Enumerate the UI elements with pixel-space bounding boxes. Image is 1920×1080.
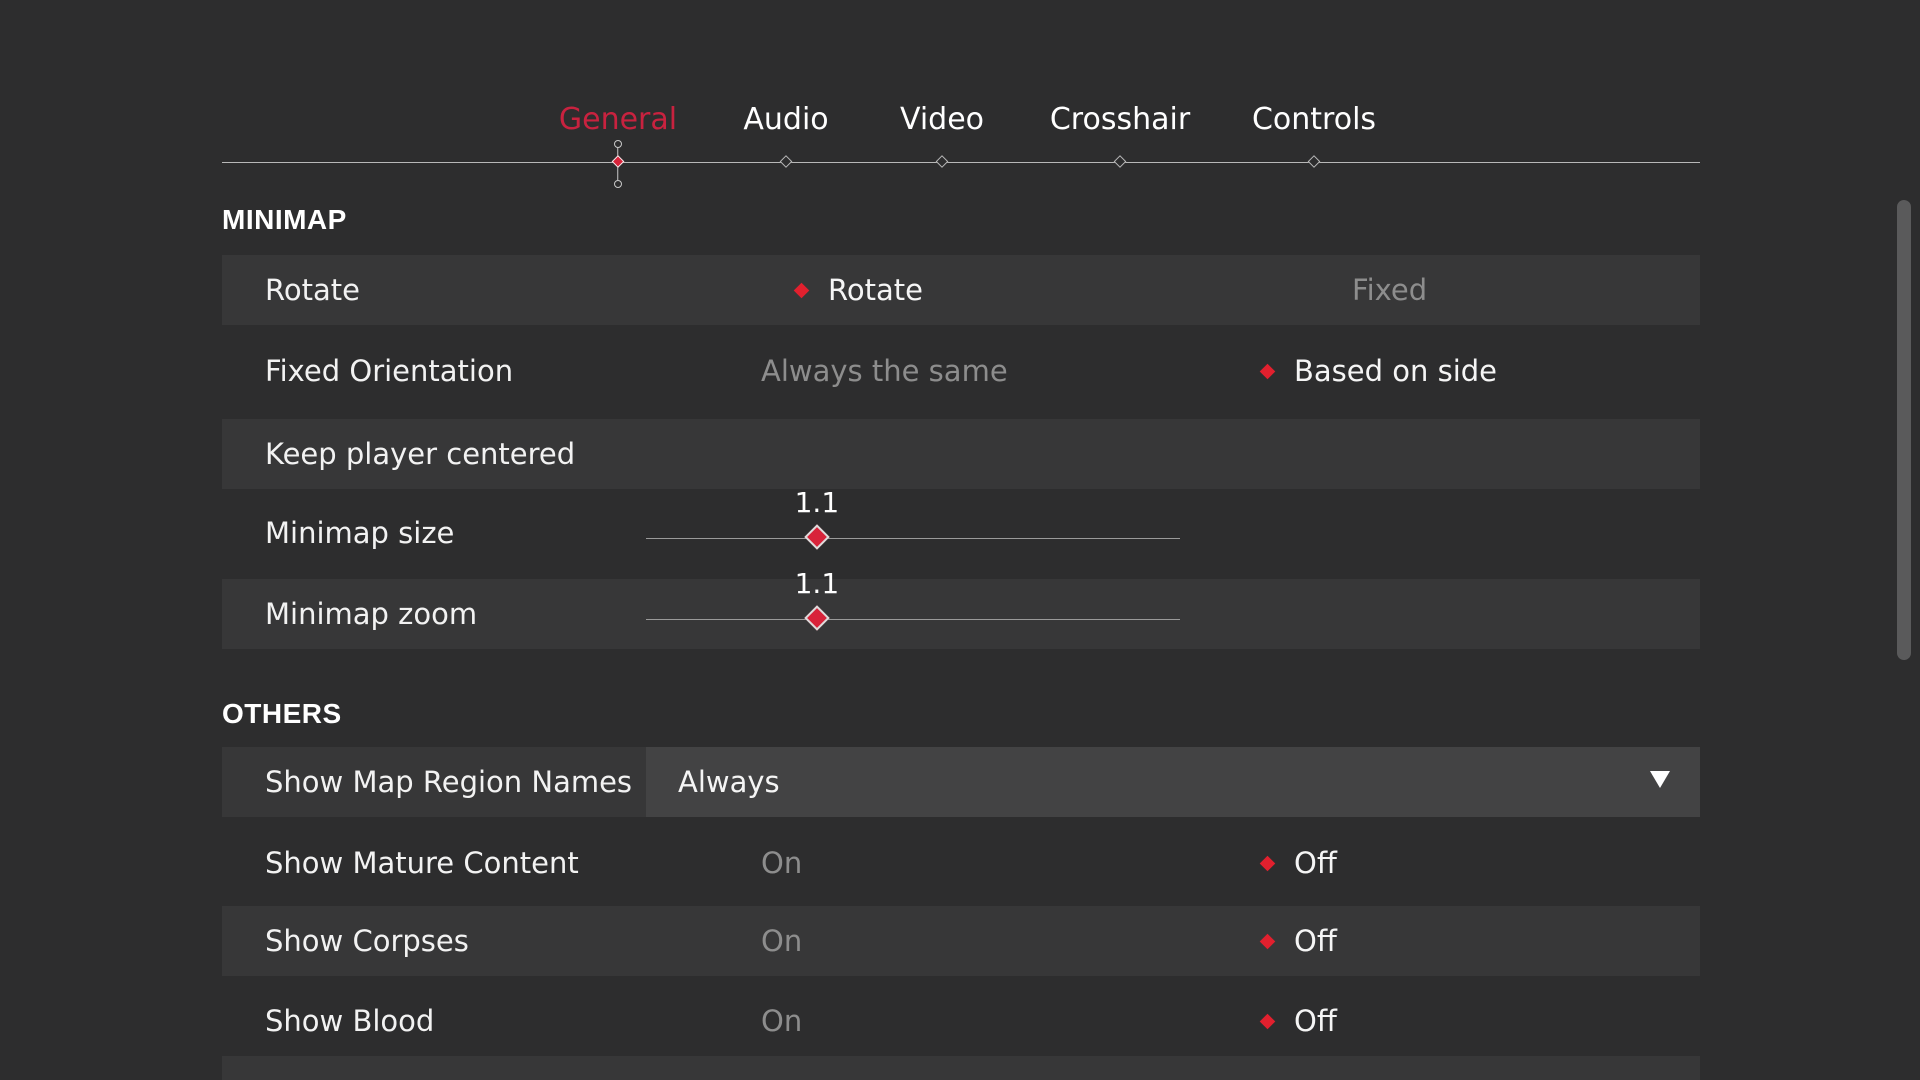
tab-video[interactable]: Video — [900, 98, 984, 142]
setting-label: Minimap size — [265, 516, 455, 550]
option-always-the-same[interactable]: Always the same — [761, 336, 1008, 406]
selected-diamond-icon — [793, 282, 810, 299]
setting-label: Fixed Orientation — [265, 354, 514, 388]
option-off[interactable]: Off — [1294, 906, 1337, 976]
option-fixed[interactable]: Fixed — [1352, 255, 1427, 325]
minimap-size-value: 1.1 — [794, 486, 840, 519]
section-title-minimap: MINIMAP — [222, 204, 347, 235]
setting-row-show-mature-content: Show Mature Content On Off — [222, 828, 1700, 898]
setting-label: Show Mature Content — [265, 846, 579, 880]
setting-label: Show Map Region Names — [265, 765, 633, 799]
selected-diamond-icon — [1259, 363, 1276, 380]
scrollbar-thumb[interactable] — [1897, 200, 1911, 660]
setting-label: Keep player centered — [265, 437, 576, 471]
selected-diamond-icon — [1259, 933, 1276, 950]
selected-diamond-icon — [1259, 855, 1276, 872]
setting-row-minimap-zoom: Minimap zoom 1.1 — [222, 567, 1700, 649]
minimap-zoom-slider-handle[interactable] — [804, 605, 830, 631]
setting-row-partial — [222, 1056, 1700, 1080]
setting-row-fixed-orientation: Fixed Orientation Always the same Based … — [222, 336, 1700, 406]
minimap-zoom-value: 1.1 — [794, 567, 840, 600]
option-off[interactable]: Off — [1294, 986, 1337, 1056]
tab-crosshair[interactable]: Crosshair — [1050, 98, 1190, 142]
option-based-on-side[interactable]: Based on side — [1294, 336, 1497, 406]
setting-row-minimap-size: Minimap size 1.1 — [222, 486, 1700, 568]
triangle-down-icon — [1650, 771, 1670, 788]
setting-label: Show Blood — [265, 1004, 435, 1038]
setting-row-show-blood: Show Blood On Off — [222, 986, 1700, 1056]
tab-controls[interactable]: Controls — [1252, 98, 1376, 142]
minimap-zoom-slider-track[interactable] — [646, 619, 1180, 620]
option-on[interactable]: On — [761, 828, 802, 898]
setting-row-keep-player-centered[interactable]: Keep player centered — [222, 419, 1700, 489]
setting-label: Minimap zoom — [265, 597, 478, 631]
tab-marker-video-icon — [935, 155, 949, 168]
section-title-others: OTHERS — [222, 698, 342, 729]
tab-marker-audio-icon — [779, 155, 793, 168]
option-on[interactable]: On — [761, 986, 802, 1056]
tab-marker-controls-icon — [1307, 155, 1321, 168]
dropdown-selected-value: Always — [678, 765, 780, 799]
option-on[interactable]: On — [761, 906, 802, 976]
tab-underline — [222, 162, 1700, 163]
settings-tabs: General Audio Video Crosshair Controls — [0, 0, 1920, 200]
settings-screen: General Audio Video Crosshair Controls M… — [0, 0, 1920, 1080]
tab-marker-crosshair-icon — [1113, 155, 1127, 168]
setting-label: Rotate — [265, 273, 360, 307]
minimap-size-slider-track[interactable] — [646, 538, 1180, 539]
tab-audio[interactable]: Audio — [743, 98, 828, 142]
tab-marker-general-icon — [611, 155, 625, 168]
region-names-dropdown[interactable]: Always — [646, 747, 1700, 817]
option-off[interactable]: Off — [1294, 828, 1337, 898]
setting-label: Show Corpses — [265, 924, 469, 958]
setting-row-show-map-region-names: Show Map Region Names Always — [222, 747, 1700, 817]
active-tab-dot-bottom — [614, 180, 622, 188]
selected-diamond-icon — [1259, 1013, 1276, 1030]
active-tab-dot-top — [614, 140, 622, 148]
option-rotate[interactable]: Rotate — [828, 255, 923, 325]
tab-general[interactable]: General — [559, 98, 677, 142]
minimap-size-slider-handle[interactable] — [804, 524, 830, 550]
setting-row-rotate: Rotate Rotate Fixed — [222, 255, 1700, 325]
setting-row-show-corpses: Show Corpses On Off — [222, 906, 1700, 976]
